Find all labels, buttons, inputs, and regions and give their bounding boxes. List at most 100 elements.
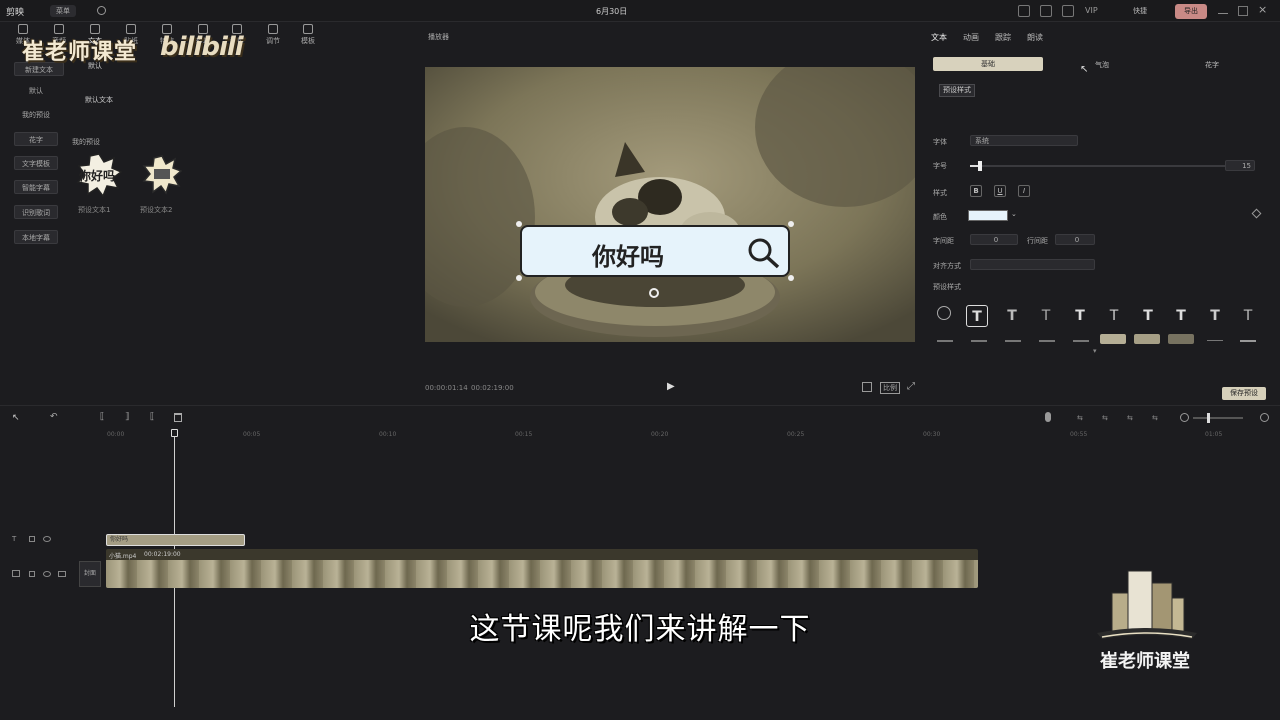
default-text-label[interactable]: 默认文本	[85, 95, 113, 105]
font-select[interactable]: 系统	[970, 135, 1078, 146]
zoom-slider-handle[interactable]	[1207, 413, 1210, 423]
fit-icon[interactable]	[862, 382, 872, 392]
link-icon[interactable]: ⇆	[1077, 414, 1083, 422]
time-ruler[interactable]: 00:00 00:05 00:10 00:15 00:20 00:25 00:3…	[105, 431, 1280, 443]
text-style-13[interactable]	[1039, 340, 1055, 342]
fullscreen-icon[interactable]: ⤢	[907, 381, 915, 392]
line-spacing-input[interactable]: 0	[1055, 234, 1095, 245]
keyboard-icon[interactable]	[1062, 5, 1074, 17]
rotate-handle-icon[interactable]	[649, 288, 659, 298]
no-style-icon[interactable]	[937, 306, 951, 320]
video-clip[interactable]: 小猫.mp4 00:02:19:00	[106, 549, 978, 588]
video-lock-icon[interactable]	[29, 571, 35, 577]
shortcut-button[interactable]: 快捷	[1128, 5, 1152, 18]
eye-icon[interactable]	[43, 536, 51, 542]
preset-style-button[interactable]: 预设样式	[939, 84, 975, 97]
select-tool-icon[interactable]: ↖	[12, 413, 20, 423]
minimize-icon[interactable]	[1218, 6, 1228, 14]
text-style-8[interactable]: T	[1204, 305, 1226, 327]
text-style-3[interactable]: T	[1035, 305, 1057, 327]
bold-button[interactable]: B	[970, 185, 982, 197]
resize-handle-br[interactable]	[788, 275, 794, 281]
text-style-7[interactable]: T	[1170, 305, 1192, 327]
text-clip[interactable]: 你好吗	[106, 534, 245, 546]
sidebar-item-huazi[interactable]: 花字	[14, 132, 58, 146]
preview-axis-icon[interactable]: ⇆	[1152, 414, 1158, 422]
lock-icon[interactable]	[29, 536, 35, 542]
text-style-6[interactable]: T	[1137, 305, 1159, 327]
save-preset-button[interactable]: 保存预设	[1222, 387, 1266, 400]
size-slider[interactable]	[970, 161, 1230, 171]
text-style-11[interactable]	[971, 340, 987, 342]
text-style-10[interactable]	[937, 340, 953, 342]
color-swatch[interactable]	[968, 210, 1008, 221]
text-style-19[interactable]	[1240, 340, 1256, 342]
resize-handle-tl[interactable]	[516, 221, 522, 227]
microphone-icon[interactable]	[1045, 412, 1051, 422]
play-icon[interactable]: ▶	[667, 381, 675, 392]
italic-button[interactable]: I	[1018, 185, 1030, 197]
undo-icon[interactable]: ↶	[50, 412, 58, 422]
split-left-icon[interactable]: ⟧	[125, 412, 129, 422]
size-input[interactable]: 15	[1225, 160, 1255, 171]
menu-pill[interactable]: 菜单	[50, 5, 76, 17]
preset-1[interactable]: 你好吗	[76, 152, 123, 198]
text-style-2[interactable]: T	[1001, 305, 1023, 327]
linkage-icon[interactable]: ⇆	[1127, 414, 1133, 422]
close-icon[interactable]: ×	[1258, 3, 1267, 16]
tab-template[interactable]: 模板	[293, 24, 323, 46]
split-right-icon[interactable]: ⟦	[150, 412, 154, 422]
snap-icon[interactable]: ⇆	[1102, 414, 1108, 422]
shortcut-icon[interactable]	[1040, 5, 1052, 17]
subtab-bubble[interactable]: 气泡	[1095, 60, 1109, 70]
preset-2[interactable]	[142, 155, 183, 195]
text-style-5[interactable]: T	[1103, 305, 1125, 327]
subtab-basic[interactable]: 基础	[933, 57, 1043, 71]
maximize-icon[interactable]	[1238, 6, 1248, 16]
text-style-15[interactable]	[1100, 334, 1126, 344]
zoom-out-icon[interactable]	[1180, 413, 1189, 422]
sidebar-item-local-caption[interactable]: 本地字幕	[14, 230, 58, 244]
export-button[interactable]: 导出	[1175, 4, 1207, 19]
text-style-18[interactable]	[1207, 340, 1223, 341]
text-style-14[interactable]	[1073, 340, 1089, 342]
chevron-down-icon[interactable]: ⌄	[1011, 210, 1017, 218]
tab-read-aloud[interactable]: 朗读	[1027, 32, 1043, 43]
text-style-1[interactable]: T	[966, 305, 988, 327]
layout-icon[interactable]	[1018, 5, 1030, 17]
tab-animation[interactable]: 动画	[963, 32, 979, 43]
subtab-huazi[interactable]: 花字	[1205, 60, 1219, 70]
settings-icon[interactable]	[97, 6, 106, 15]
text-style-4[interactable]: T	[1069, 305, 1091, 327]
text-style-17[interactable]	[1168, 334, 1194, 344]
size-slider-handle[interactable]	[978, 161, 982, 171]
expand-arrow-icon[interactable]: ▾	[1093, 347, 1097, 355]
spacing-input[interactable]: 0	[970, 234, 1018, 245]
tab-tracking[interactable]: 跟踪	[995, 32, 1011, 43]
text-style-16[interactable]	[1134, 334, 1160, 344]
tab-text-props[interactable]: 文本	[931, 32, 947, 43]
align-select[interactable]	[970, 259, 1095, 270]
underline-button[interactable]: U	[994, 185, 1006, 197]
vip-badge[interactable]: VIP	[1085, 6, 1098, 15]
zoom-slider[interactable]	[1193, 413, 1243, 423]
cover-button[interactable]: 封面	[79, 561, 101, 587]
audio-mute-icon[interactable]	[58, 571, 66, 577]
text-style-9[interactable]: T	[1237, 305, 1259, 327]
split-icon[interactable]: ⟦	[100, 412, 104, 422]
video-eye-icon[interactable]	[43, 571, 51, 577]
zoom-in-icon[interactable]	[1260, 413, 1269, 422]
ratio-button[interactable]: 比例	[880, 382, 900, 394]
resize-handle-tr[interactable]	[788, 221, 794, 227]
playhead-handle[interactable]	[171, 429, 178, 437]
sidebar-item-lyrics[interactable]: 识别歌词	[14, 205, 58, 219]
text-style-12[interactable]	[1005, 340, 1021, 342]
keyframe-icon[interactable]	[1251, 208, 1262, 219]
delete-icon[interactable]	[174, 413, 182, 422]
sidebar-item-auto-caption[interactable]: 智能字幕	[14, 180, 58, 194]
resize-handle-bl[interactable]	[516, 275, 522, 281]
text-overlay[interactable]: 你好吗	[520, 225, 790, 277]
tab-adjust[interactable]: 调节	[258, 24, 288, 46]
sidebar-item-default[interactable]: 默认	[14, 84, 58, 98]
sidebar-item-my-presets[interactable]: 我的预设	[14, 108, 58, 122]
